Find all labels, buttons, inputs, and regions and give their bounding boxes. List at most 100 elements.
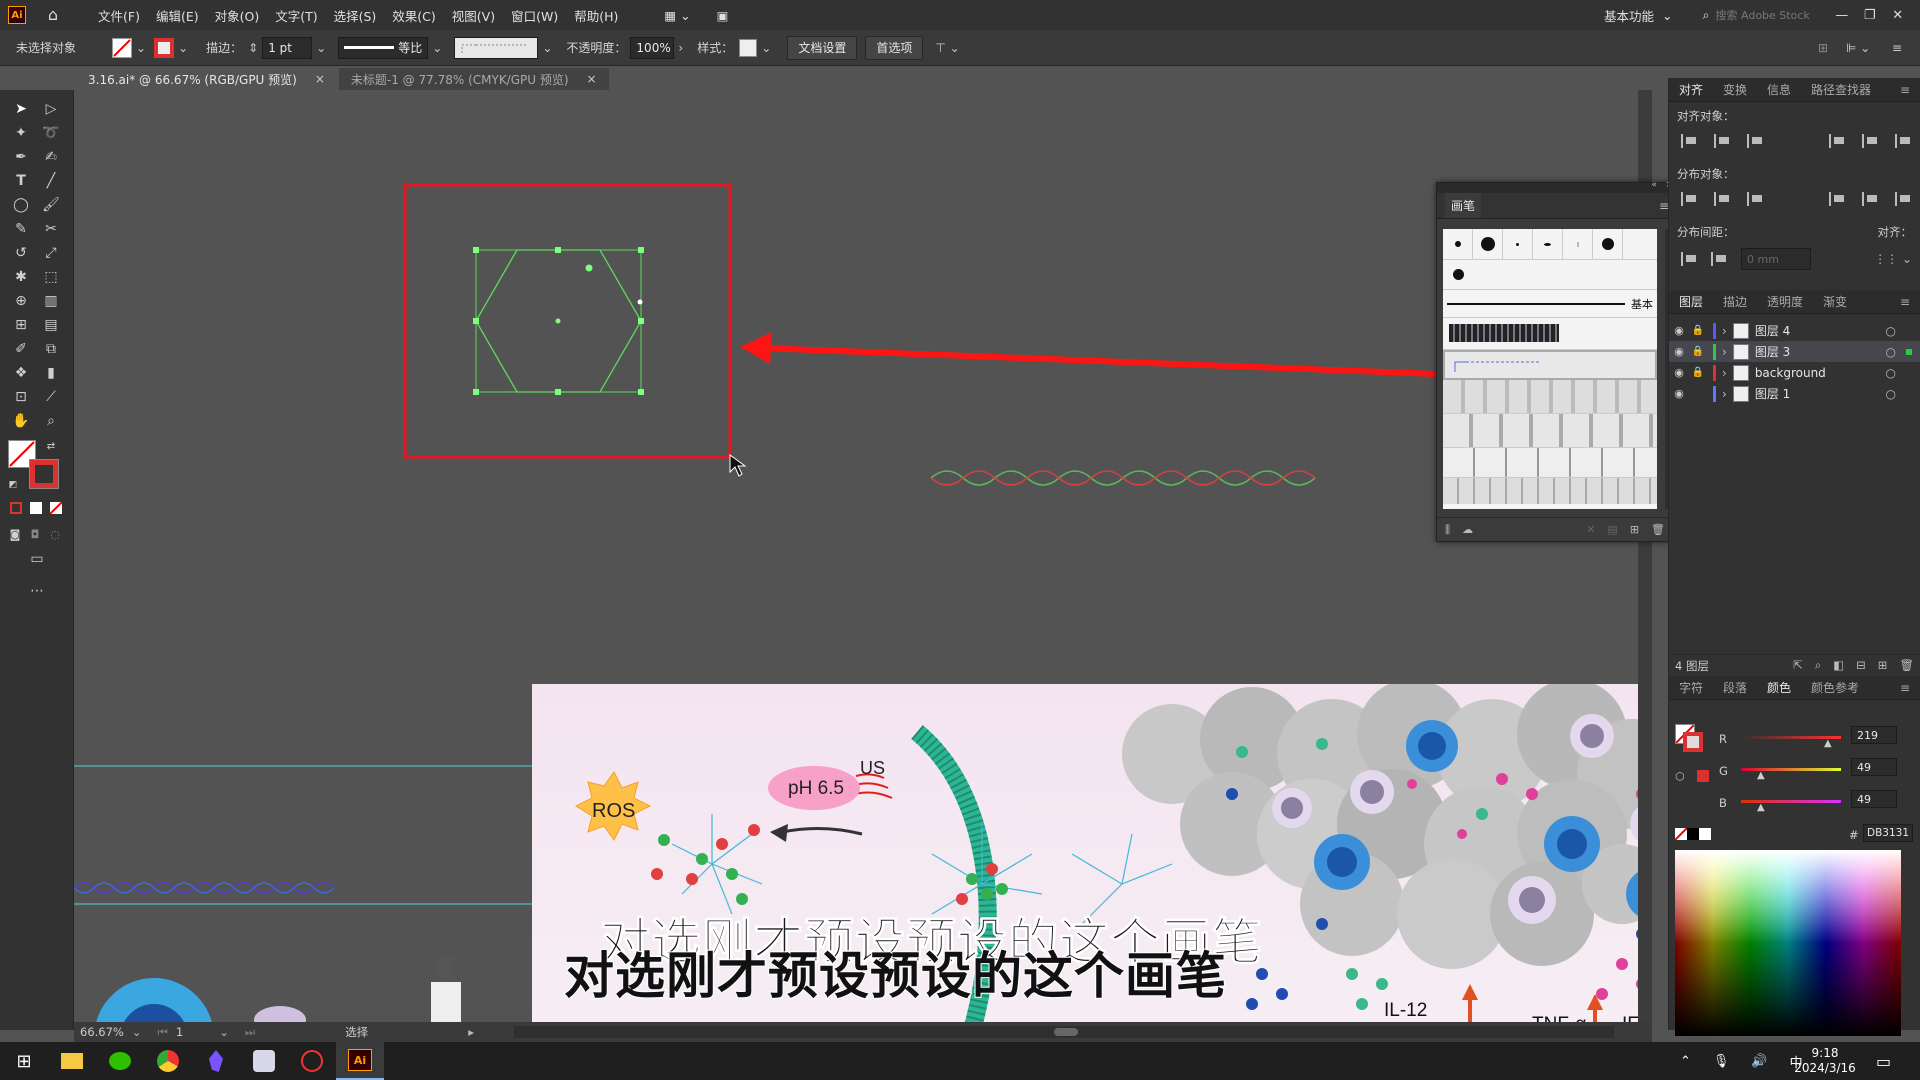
target-icon[interactable]: ○ <box>1886 387 1896 401</box>
eyedropper-tool-icon[interactable]: ✐ <box>10 338 32 360</box>
none-swatch[interactable] <box>1675 828 1687 840</box>
layer-row[interactable]: ◉ 🔒 › background ○ <box>1669 362 1920 383</box>
graph-tool-icon[interactable]: ▮ <box>40 362 62 384</box>
brush-dot[interactable] <box>1593 229 1623 259</box>
obsidian-icon[interactable] <box>192 1042 240 1080</box>
align-hcenter-icon[interactable] <box>1713 134 1731 148</box>
more-tools-icon[interactable]: ⋯ <box>26 580 48 602</box>
red-value[interactable]: 219 <box>1851 726 1897 744</box>
minimize-icon[interactable]: — <box>1828 8 1856 23</box>
tab-transparency[interactable]: 透明度 <box>1757 293 1813 310</box>
puppet-warp-tool-icon[interactable]: ✱ <box>10 266 32 288</box>
new-brush-icon[interactable]: ⊞ <box>1630 523 1639 536</box>
collapse-icon[interactable]: « <box>1651 180 1657 190</box>
visibility-eye-icon[interactable]: ◉ <box>1669 345 1689 358</box>
selection-indicator[interactable] <box>1906 348 1912 355</box>
distribute-right-icon[interactable] <box>1895 192 1912 206</box>
workspace-switcher[interactable]: 基本功能 <box>1604 6 1654 25</box>
new-sublayer-icon[interactable]: ⊟ <box>1856 658 1866 673</box>
stroke-color-icon[interactable] <box>29 459 59 489</box>
blue-slider-thumb[interactable]: ▲ <box>1757 802 1765 813</box>
pattern-brush[interactable] <box>1443 318 1657 350</box>
search-icon[interactable]: ⌕ <box>1703 7 1710 23</box>
gradient-mode-icon[interactable] <box>30 502 42 514</box>
brush-dot[interactable] <box>1503 229 1533 259</box>
volume-icon[interactable]: 🔊 <box>1751 1054 1767 1069</box>
tab-pathfinder[interactable]: 路径查找器 <box>1801 81 1881 98</box>
distribute-hspace-icon[interactable] <box>1711 252 1729 266</box>
artboard-dropdown[interactable]: ⌄ <box>219 1025 229 1039</box>
document-setup-button[interactable]: 文档设置 <box>787 35 858 60</box>
distribute-bottom-icon[interactable] <box>1746 192 1764 206</box>
basic-brush[interactable]: 基本 <box>1443 290 1657 318</box>
visibility-eye-icon[interactable]: ◉ <box>1669 387 1689 400</box>
tray-chevron-icon[interactable]: ⌃ <box>1680 1054 1691 1069</box>
close-tab-icon[interactable]: × <box>315 72 325 86</box>
fill-swatch[interactable] <box>112 37 133 58</box>
artboard-tool-icon[interactable]: ⊡ <box>10 386 32 408</box>
none-mode-icon[interactable] <box>50 502 62 514</box>
brush-library[interactable]: 基本 <box>1443 229 1657 509</box>
zoom-tool-icon[interactable]: ⌕ <box>40 410 62 432</box>
close-icon[interactable]: ✕ <box>1884 8 1912 23</box>
pattern-brush[interactable] <box>1443 380 1657 414</box>
free-transform-tool-icon[interactable]: ⬚ <box>40 266 62 288</box>
wechat-icon[interactable] <box>96 1042 144 1080</box>
draw-normal-icon[interactable]: ◙ <box>4 524 26 546</box>
remove-stroke-icon[interactable]: ✕ <box>1586 523 1595 536</box>
color-mode-icon[interactable] <box>10 502 22 514</box>
options-icon[interactable]: ▤ <box>1607 523 1617 536</box>
gamut-swatch[interactable] <box>1697 770 1709 782</box>
lock-icon[interactable]: 🔒 <box>1689 346 1707 357</box>
brush-dot[interactable] <box>1473 229 1503 259</box>
chrome-icon[interactable] <box>144 1042 192 1080</box>
rotate-tool-icon[interactable]: ↺ <box>10 242 32 264</box>
swap-colors-icon[interactable]: ⇄ <box>40 436 62 458</box>
panel-menu-icon[interactable]: ≡ <box>1890 83 1920 97</box>
distribute-hcenter-icon[interactable] <box>1862 192 1879 206</box>
black-swatch[interactable] <box>1687 828 1699 840</box>
zoom-dropdown[interactable]: ⌄ <box>132 1025 142 1039</box>
opacity-field[interactable]: 100% <box>630 36 675 59</box>
app-icon[interactable] <box>240 1042 288 1080</box>
control-menu-icon[interactable]: ≡ <box>1892 41 1902 55</box>
style-dropdown[interactable]: ⌄ <box>761 41 771 55</box>
line-tool-icon[interactable]: ╱ <box>40 170 62 192</box>
scissors-tool-icon[interactable]: ✂ <box>40 218 62 240</box>
lock-icon[interactable]: 🔒 <box>1689 325 1707 336</box>
stroke-stepper[interactable]: ⇕ <box>248 41 258 55</box>
horizontal-scrollbar[interactable] <box>514 1026 1614 1038</box>
locate-object-icon[interactable]: ⌕ <box>1815 658 1821 673</box>
profile-dropdown[interactable]: ⌄ <box>432 41 442 55</box>
draw-behind-icon[interactable]: ◘ <box>24 524 46 546</box>
hex-value-field[interactable]: DB3131 <box>1863 824 1913 842</box>
target-icon[interactable]: ○ <box>1886 345 1896 359</box>
tab-gradient[interactable]: 渐变 <box>1813 293 1857 310</box>
expand-chevron-icon[interactable]: › <box>1722 387 1727 401</box>
align-left-icon[interactable] <box>1681 134 1698 148</box>
close-tab-icon[interactable]: × <box>587 72 597 86</box>
lasso-tool-icon[interactable]: ➰ <box>40 122 62 144</box>
tab-info[interactable]: 信息 <box>1757 81 1801 98</box>
tab-transform[interactable]: 变换 <box>1713 81 1757 98</box>
menu-help[interactable]: 帮助(H) <box>574 6 618 25</box>
layer-name[interactable]: 图层 4 <box>1755 322 1790 339</box>
screen-recorder-icon[interactable] <box>288 1042 336 1080</box>
file-explorer-icon[interactable] <box>48 1042 96 1080</box>
status-menu-arrow[interactable]: ▸ <box>468 1025 474 1039</box>
zoom-level[interactable]: 66.67% <box>80 1025 124 1039</box>
panel-menu-icon[interactable]: ≡ <box>1890 681 1920 695</box>
canvas-area[interactable]: ROS pH 6.5 US IL-12 TNF-α IFN 对选刚才预设预设的这… <box>74 90 1652 1030</box>
home-icon[interactable]: ⌂ <box>42 4 64 26</box>
paintbrush-tool-icon[interactable]: 🖌 <box>40 194 62 216</box>
pattern-brush[interactable] <box>1443 414 1657 448</box>
screen-mode-icon[interactable]: ▭ <box>26 548 48 570</box>
brush-dropdown[interactable]: ⌄ <box>542 41 552 55</box>
new-layer-icon[interactable]: ⊞ <box>1878 658 1888 673</box>
panel-menu-icon[interactable]: ≡ <box>1890 295 1920 309</box>
blue-value[interactable]: 49 <box>1851 790 1897 808</box>
tab-document-1[interactable]: 3.16.ai* @ 66.67% (RGB/GPU 预览) × <box>76 68 337 90</box>
graphic-style-swatch[interactable] <box>739 38 758 57</box>
brush-dot[interactable] <box>1443 260 1473 290</box>
blend-tool-icon[interactable]: ⧉ <box>40 338 62 360</box>
